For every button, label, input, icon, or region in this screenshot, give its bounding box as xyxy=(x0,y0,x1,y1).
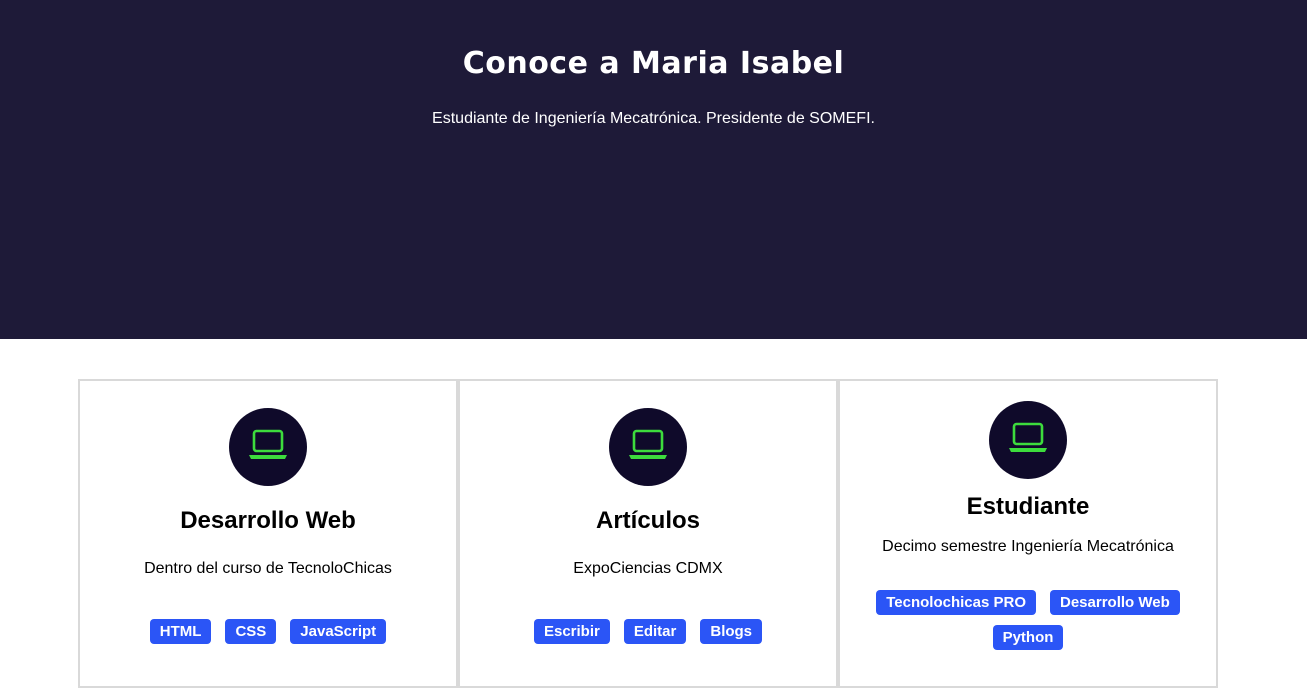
card-estudiante: Estudiante Decimo semestre Ingeniería Me… xyxy=(838,379,1218,688)
tag-list: HTML CSS JavaScript xyxy=(100,619,436,644)
icon-badge xyxy=(229,408,307,486)
card-description: Dentro del curso de TecnoloChicas xyxy=(144,560,392,577)
hero-banner: Conoce a Maria Isabel Estudiante de Inge… xyxy=(0,0,1307,339)
tag-tecnolochicas-pro[interactable]: Tecnolochicas PRO xyxy=(876,590,1036,615)
laptop-icon xyxy=(1007,421,1049,460)
tag-list: Tecnolochicas PRO Desarrollo Web Python xyxy=(870,590,1186,650)
page-title: Conoce a Maria Isabel xyxy=(462,46,845,81)
tag-escribir[interactable]: Escribir xyxy=(533,619,610,644)
icon-badge xyxy=(609,408,687,486)
tag-list: Escribir Editar Blogs xyxy=(480,619,816,644)
tag-blogs[interactable]: Blogs xyxy=(700,619,763,644)
tag-css[interactable]: CSS xyxy=(225,619,277,644)
card-title: Desarrollo Web xyxy=(180,507,356,534)
laptop-icon xyxy=(627,428,669,467)
card-title: Artículos xyxy=(595,507,700,534)
tag-python[interactable]: Python xyxy=(992,625,1064,650)
tag-javascript[interactable]: JavaScript xyxy=(290,619,387,644)
tag-editar[interactable]: Editar xyxy=(623,619,687,644)
card-description: ExpoCiencias CDMX xyxy=(573,560,723,577)
cards-section: Desarrollo Web Dentro del curso de Tecno… xyxy=(78,379,1218,688)
laptop-icon xyxy=(247,428,289,467)
hero-subtitle: Estudiante de Ingeniería Mecatrónica. Pr… xyxy=(432,110,875,127)
tag-html[interactable]: HTML xyxy=(149,619,212,644)
card-desarrollo-web: Desarrollo Web Dentro del curso de Tecno… xyxy=(78,379,458,688)
card-description: Decimo semestre Ingeniería Mecatrónica xyxy=(882,538,1174,555)
tag-desarrollo-web[interactable]: Desarrollo Web xyxy=(1050,590,1180,615)
icon-badge xyxy=(989,401,1067,479)
card-articulos: Artículos ExpoCiencias CDMX Escribir Edi… xyxy=(458,379,838,688)
card-title: Estudiante xyxy=(966,493,1090,520)
